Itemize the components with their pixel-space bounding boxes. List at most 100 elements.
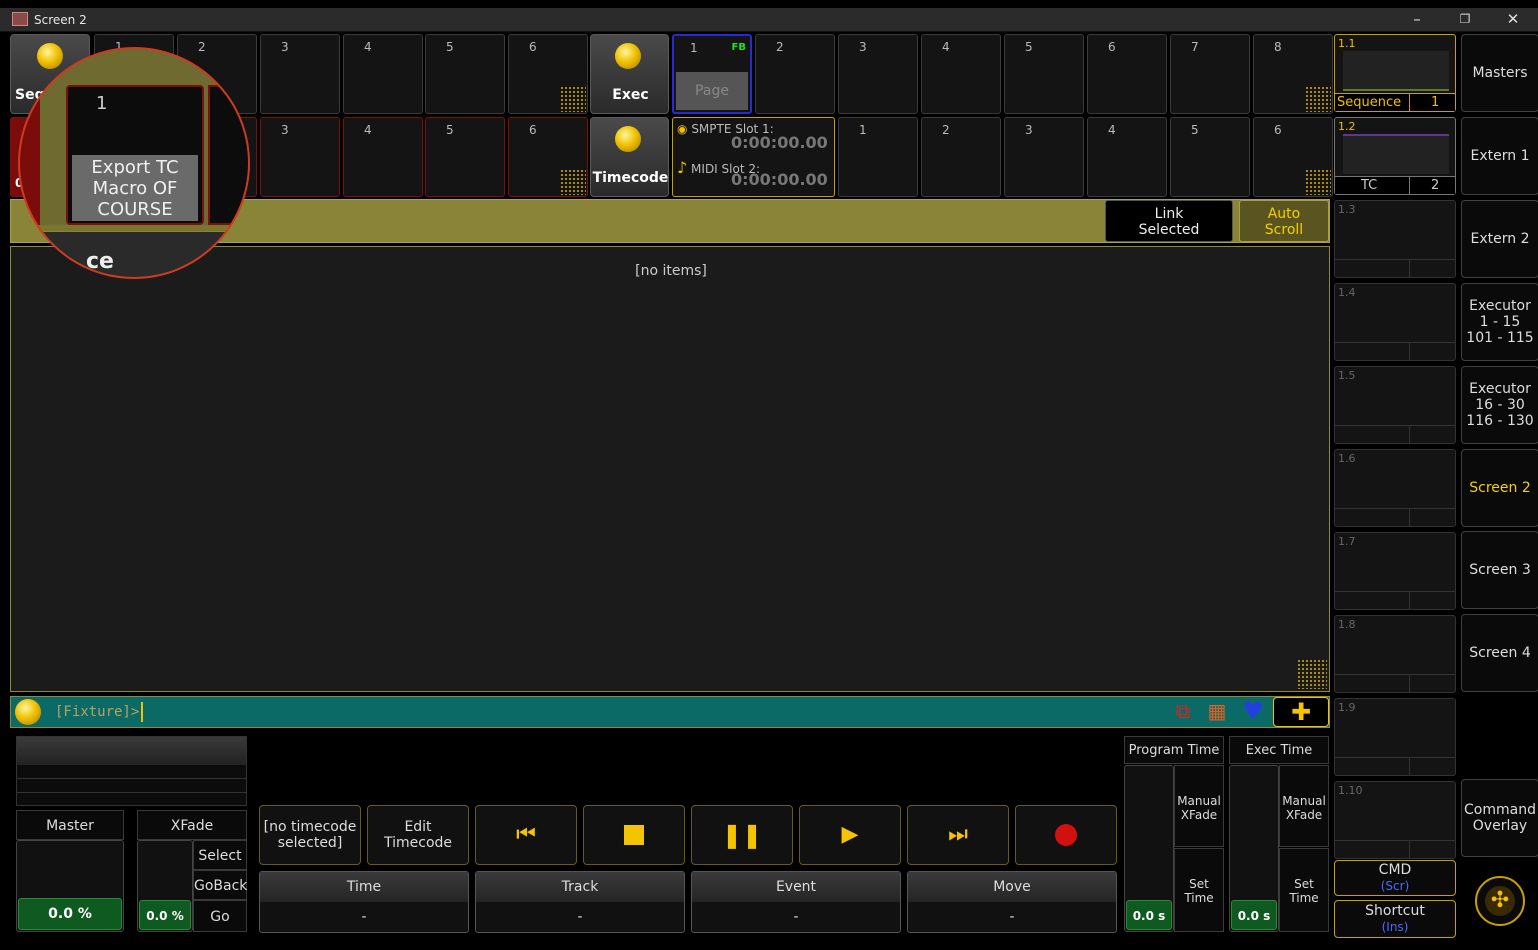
stop-button[interactable] [583,805,685,865]
play-button[interactable]: ▶ [799,805,901,865]
heart-icon[interactable]: ♥ [1239,697,1267,725]
command-line[interactable]: [Fixture]> ⧉ ▦ ♥ ✚ [10,696,1330,728]
view-button[interactable]: Screen 3 [1461,531,1538,609]
preview-slot[interactable]: 1.10 [1334,781,1456,859]
exec-manual-xfade[interactable]: Manual XFade [1279,765,1329,847]
preview-slot[interactable]: 1.7 [1334,532,1456,610]
app-icon [12,12,28,26]
executor-cell[interactable]: 3 [260,34,340,114]
exec-time-label: Exec Time [1229,736,1329,764]
program-time-value: 0.0 s [1126,900,1172,930]
master-value: 0.0 % [18,898,122,930]
master-label: Master [16,810,124,840]
page-cell[interactable]: 5 [1004,34,1084,114]
page-cell[interactable]: 7 [1170,34,1250,114]
view-button[interactable]: Screen 4 [1461,614,1538,692]
xfade-label: XFade [137,810,247,840]
exec-set-time[interactable]: Set Time [1279,848,1329,932]
timecode-cell[interactable]: 4 [1087,117,1167,197]
command-ball-icon [15,699,41,725]
timecode-slots[interactable]: ◉ SMPTE Slot 1: 0:00:00.00 ♪ MIDI Slot 2… [672,117,835,197]
no-timecode-selected[interactable]: [no timecode selected] [259,805,361,865]
close-button[interactable]: ✕ [1490,8,1536,32]
add-icon[interactable]: ✚ [1273,697,1329,727]
select-button[interactable]: Select [193,840,247,870]
page-cell[interactable]: 8 [1253,34,1333,114]
skip-back-icon: ⏮ [516,822,536,847]
go-button[interactable]: Go [193,900,247,932]
view-button[interactable]: Command Overlay [1461,779,1538,857]
timecode-cell[interactable]: 1 [838,117,918,197]
preview-slot[interactable]: 1.4 [1334,283,1456,361]
pool-ball-icon [37,43,63,69]
pool-ball-icon [615,126,641,152]
play-icon: ▶ [841,822,859,847]
preview-slot[interactable]: 1.3 [1334,200,1456,278]
text-cursor [141,702,143,722]
rewind-button[interactable]: ⏮ [475,805,577,865]
skip-forward-button[interactable]: ⏭ [907,805,1009,865]
page-cell-selected[interactable]: 1 FB Page [672,34,752,114]
timecode-pool-button[interactable]: Timecode [590,117,669,197]
view-button[interactable]: Masters [1461,34,1538,112]
preview-sequence[interactable]: 1.1 Sequence 1 [1334,34,1456,112]
record-icon [1055,824,1077,846]
executor-cell[interactable]: 6 [508,117,588,197]
timecode-cell[interactable]: 5 [1170,117,1250,197]
timecode-cell[interactable]: 6 [1253,117,1333,197]
pause-icon: ❚❚ [721,821,763,849]
executor-cell[interactable]: 5 [425,34,505,114]
goback-button[interactable]: GoBack [193,870,247,900]
executor-label: Export TC Macro OF COURSE [72,155,198,221]
preview-slot[interactable]: 1.8 [1334,615,1456,693]
link-selected-button[interactable]: Link Selected [1105,200,1233,242]
program-set-time[interactable]: Set Time [1174,848,1224,932]
cmd-button[interactable]: CMD (Scr) [1334,860,1456,896]
network-icon[interactable]: ⧉ [1169,699,1197,727]
exec-pool-button[interactable]: Exec [590,34,669,114]
sequence-sheet[interactable]: [no items] [10,246,1330,692]
hierarchy-icon[interactable]: ▦ [1203,699,1231,727]
view-button[interactable]: Extern 2 [1461,200,1538,278]
track-info: Track - [475,871,685,933]
view-button[interactable]: Screen 2 [1461,449,1538,527]
preview-slot[interactable]: 1.6 [1334,449,1456,527]
page-cell[interactable]: 3 [838,34,918,114]
executor-cell[interactable]: 4 [343,34,423,114]
program-manual-xfade[interactable]: Manual XFade [1174,765,1224,847]
move-view-button[interactable]: ✣ [1475,876,1525,926]
preview-timecode[interactable]: 1.2 TC 2 [1334,117,1456,195]
auto-scroll-button[interactable]: Auto Scroll [1239,200,1329,242]
executor-preview: 1 Export TC Macro OF COURSE [66,85,204,225]
pause-button[interactable]: ❚❚ [691,805,793,865]
skip-forward-icon: ⏭ [948,822,968,847]
view-button[interactable]: Executor 1 - 15 101 - 115 [1461,283,1538,361]
page-cell[interactable]: 6 [1087,34,1167,114]
edit-timecode-button[interactable]: Edit Timecode [367,805,469,865]
shortcut-button[interactable]: Shortcut (Ins) [1334,900,1456,938]
view-button[interactable]: Executor 16 - 30 116 - 130 [1461,366,1538,444]
timecode-cell[interactable]: 2 [921,117,1001,197]
window-titlebar: Screen 2 – ❐ ✕ [0,8,1538,32]
program-time-label: Program Time [1124,736,1224,764]
move-icon: ✣ [1485,886,1515,916]
timecode-cell[interactable]: 3 [1004,117,1084,197]
page-cell[interactable]: 2 [755,34,835,114]
view-button[interactable]: Extern 1 [1461,117,1538,195]
preview-slot[interactable]: 1.5 [1334,366,1456,444]
preview-slot[interactable]: 1.9 [1334,698,1456,776]
stop-icon [624,825,644,845]
exec-time-value: 0.0 s [1231,900,1277,930]
minimize-button[interactable]: – [1394,8,1440,32]
executor-cell[interactable]: 3 [260,117,340,197]
restore-button[interactable]: ❐ [1442,8,1488,32]
executor-cell[interactable]: 4 [343,117,423,197]
record-button[interactable] [1015,805,1117,865]
window-title: Screen 2 [34,13,87,27]
page-cell[interactable]: 4 [921,34,1001,114]
executor-cell[interactable]: 5 [425,117,505,197]
executor-cell[interactable]: 6 [508,34,588,114]
xfade-value: 0.0 % [139,900,191,930]
pool-ball-icon [615,43,641,69]
music-note-icon: ♪ [677,158,688,177]
